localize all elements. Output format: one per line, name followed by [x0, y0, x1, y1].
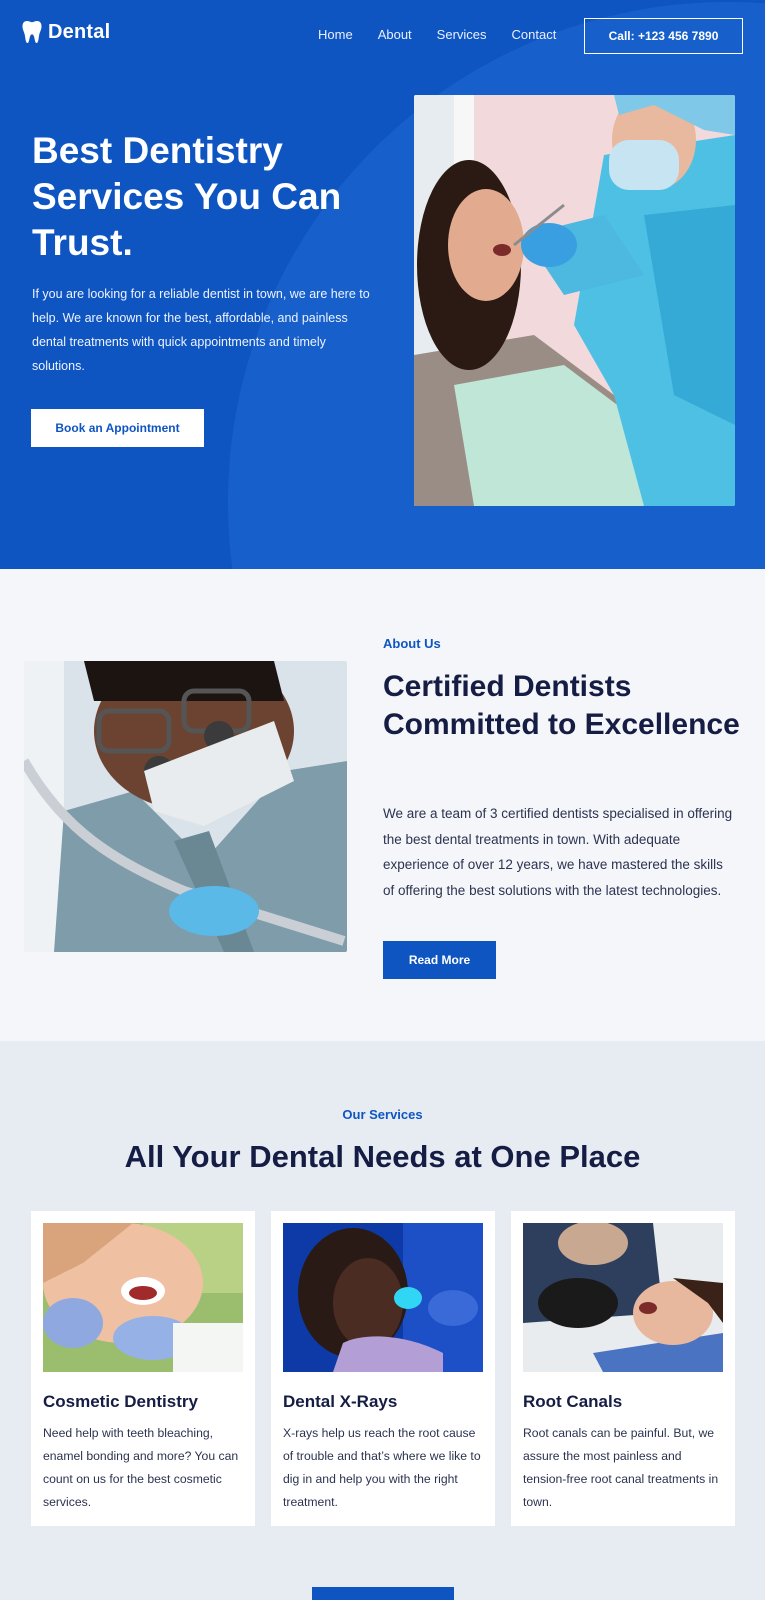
service-image-xrays	[283, 1223, 483, 1372]
about-title: Certified Dentists Committed to Excellen…	[383, 670, 740, 741]
service-card-xrays[interactable]: Dental X-Rays X-rays help us reach the r…	[271, 1211, 495, 1526]
view-all-services-button[interactable]: View All Services	[312, 1587, 454, 1600]
site-header: Dental Home About Services Contact Call:…	[0, 0, 765, 72]
site-logo[interactable]: Dental	[22, 20, 110, 44]
service-description: X-rays help us reach the root cause of t…	[283, 1426, 481, 1509]
read-more-button[interactable]: Read More	[383, 941, 496, 979]
tooth-icon	[22, 21, 42, 43]
hero-description: If you are looking for a reliable dentis…	[32, 287, 370, 373]
call-button[interactable]: Call: +123 456 7890	[584, 18, 743, 54]
service-description: Root canals can be painful. But, we assu…	[523, 1426, 719, 1509]
about-description: We are a team of 3 certified dentists sp…	[383, 806, 733, 898]
book-appointment-button[interactable]: Book an Appointment	[31, 409, 204, 447]
service-title: Root Canals	[523, 1392, 623, 1411]
hero-title: Best Dentistry Services You Can Trust.	[32, 130, 342, 263]
about-eyebrow: About Us	[383, 636, 441, 651]
about-section: About Us Certified Dentists Committed to…	[0, 569, 765, 1041]
hero-section: Dental Home About Services Contact Call:…	[0, 0, 765, 569]
nav-link-services[interactable]: Services	[437, 27, 487, 42]
services-cards: Cosmetic Dentistry Need help with teeth …	[31, 1211, 735, 1526]
service-title: Cosmetic Dentistry	[43, 1392, 198, 1411]
nav-link-about[interactable]: About	[378, 27, 412, 42]
services-title: All Your Dental Needs at One Place	[124, 1139, 641, 1174]
service-card-cosmetic[interactable]: Cosmetic Dentistry Need help with teeth …	[31, 1211, 255, 1526]
logo-text: Dental	[48, 20, 111, 43]
service-description: Need help with teeth bleaching, enamel b…	[43, 1426, 239, 1509]
hero-photo	[414, 95, 735, 506]
about-photo	[24, 661, 347, 952]
service-image-cosmetic	[43, 1223, 243, 1372]
nav-link-home[interactable]: Home	[318, 27, 353, 42]
main-nav: Home About Services Contact	[318, 27, 556, 42]
service-card-root-canals[interactable]: Root Canals Root canals can be painful. …	[511, 1211, 735, 1526]
services-eyebrow: Our Services	[342, 1107, 423, 1122]
nav-link-contact[interactable]: Contact	[512, 27, 557, 42]
services-section: Our Services All Your Dental Needs at On…	[0, 1041, 765, 1600]
service-image-root-canals	[523, 1223, 723, 1372]
service-title: Dental X-Rays	[283, 1392, 398, 1411]
